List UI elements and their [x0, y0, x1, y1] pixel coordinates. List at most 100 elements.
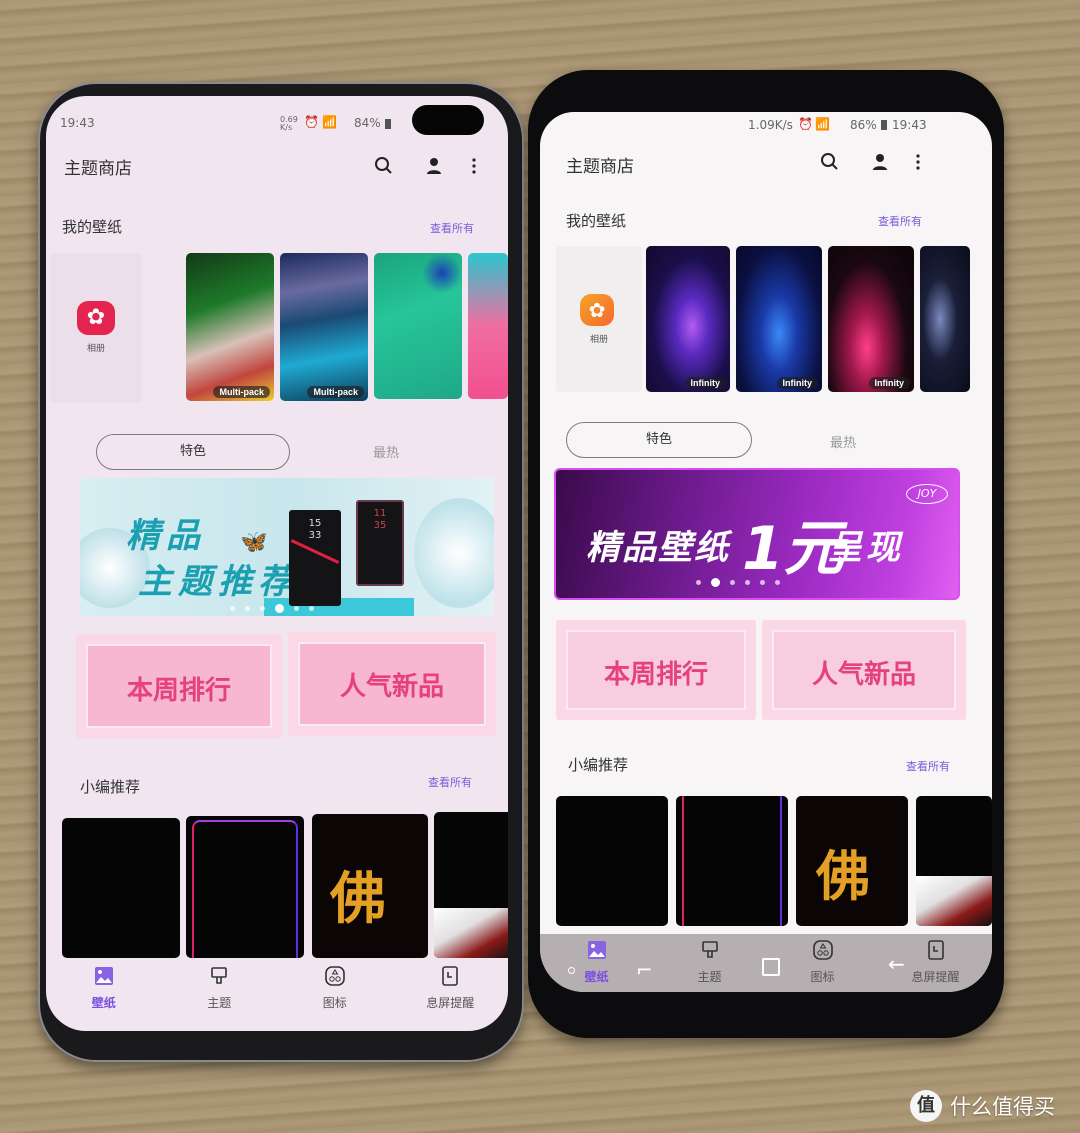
alarm-icon: ⏰	[798, 117, 813, 131]
thumb-tag: Infinity	[868, 377, 910, 389]
gallery-app-icon: ✿	[77, 301, 115, 335]
app-title: 主题商店	[566, 157, 634, 177]
joy-badge: JOY	[906, 484, 948, 504]
album-tile[interactable]: ✿ 相册	[50, 253, 142, 403]
section-title-editor-picks: 小编推荐	[80, 778, 141, 796]
nav-icons[interactable]: 图标	[277, 966, 393, 1026]
carousel-dot[interactable]	[230, 606, 235, 611]
account-icon[interactable]	[870, 152, 890, 172]
wifi-signal-icon: 📶	[815, 117, 830, 131]
carousel-dot[interactable]	[294, 606, 299, 611]
search-icon[interactable]	[820, 152, 840, 172]
back-button-icon[interactable]: ←	[888, 952, 905, 976]
more-options-icon[interactable]	[908, 152, 928, 172]
thumb-tag: Multi-pack	[213, 386, 270, 398]
carousel-dot[interactable]	[745, 580, 750, 585]
album-label: 相册	[86, 344, 105, 354]
wallpaper-thumb[interactable]	[920, 246, 970, 392]
nav-label: 图标	[810, 970, 835, 984]
weekly-ranking-card[interactable]: 本周排行	[556, 620, 756, 720]
carousel-dot[interactable]	[775, 580, 780, 585]
wallpaper-icon	[587, 941, 606, 959]
bottom-navigation: 壁纸 主题 图标 息屏提醒	[46, 966, 508, 1026]
album-tile[interactable]: ✿ 相册	[556, 246, 642, 392]
tab-featured[interactable]: 特色	[566, 422, 752, 458]
right-phone-screen: 1.09K/s ⏰ 📶 86% 19:43 主题商店 我的壁纸 查看所有 ✿ 相…	[540, 112, 992, 992]
wallpaper-icon	[94, 967, 113, 985]
dock-indicator-icon	[568, 967, 575, 974]
calligraphy-glyph: 佛	[816, 844, 870, 908]
butterfly-icon: 🦋	[240, 530, 268, 555]
nav-themes[interactable]: 主题	[653, 940, 766, 990]
popular-new-card[interactable]: 人气新品	[762, 620, 966, 720]
wallpaper-thumb[interactable]: Infinity	[828, 246, 914, 392]
clock-card-icon	[442, 966, 459, 986]
watermark-logo: 值	[910, 1090, 942, 1122]
see-all-link[interactable]: 查看所有	[906, 758, 950, 774]
carousel-dot-active[interactable]	[275, 604, 284, 613]
nav-label: 图标	[322, 996, 347, 1010]
tab-popular[interactable]: 最热	[373, 442, 399, 461]
theme-thumb[interactable]	[62, 818, 180, 958]
tab-featured[interactable]: 特色	[96, 434, 290, 470]
watermark-text: 什么值得买	[950, 1095, 1055, 1119]
featured-themes-banner[interactable]: 精品 主题推荐 🦋 15 33 11 35	[80, 478, 494, 616]
nav-themes[interactable]: 主题	[162, 966, 278, 1026]
wallpaper-sale-banner[interactable]: 精品壁纸 1元 呈现 JOY	[554, 468, 960, 600]
theme-thumb[interactable]	[676, 796, 788, 926]
nav-icons[interactable]: 图标	[766, 940, 879, 990]
phone-mockup: 11 35	[356, 500, 404, 586]
recents-button-icon[interactable]: ⌐	[636, 958, 653, 982]
carousel-dot[interactable]	[245, 606, 250, 611]
nav-always-on-display[interactable]: 息屏提醒	[393, 966, 509, 1026]
battery-percent: 86%	[850, 118, 877, 132]
wallpaper-thumb[interactable]: Multi-pack	[280, 253, 368, 401]
theme-thumb[interactable]: 佛	[312, 814, 428, 958]
section-title-editor-picks: 小编推荐	[568, 756, 629, 774]
mockup-clock: 15 33	[308, 518, 322, 541]
account-icon[interactable]	[424, 156, 444, 176]
theme-thumb[interactable]	[434, 812, 508, 958]
see-all-link[interactable]: 查看所有	[878, 213, 922, 229]
carousel-dot-active[interactable]	[711, 578, 720, 587]
alarm-icon: ⏰	[304, 115, 319, 129]
see-all-link[interactable]: 查看所有	[428, 774, 472, 790]
thumb-tag: Infinity	[684, 377, 726, 389]
tab-popular[interactable]: 最热	[830, 432, 856, 451]
more-options-icon[interactable]	[464, 156, 484, 176]
banner-line1: 精品	[126, 516, 206, 556]
carousel-dot[interactable]	[260, 606, 265, 611]
battery-icon	[385, 119, 391, 129]
app-title: 主题商店	[64, 159, 132, 179]
left-phone-screen: 19:43 0.69 K/s ⏰ 📶 84% 主题商店 我的壁纸 查看所有 ✿ …	[46, 96, 508, 1031]
carousel-dot[interactable]	[760, 580, 765, 585]
popular-new-card[interactable]: 人气新品	[288, 632, 496, 736]
weekly-ranking-card[interactable]: 本周排行	[76, 634, 282, 738]
carousel-dot[interactable]	[730, 580, 735, 585]
theme-thumb[interactable]	[186, 816, 304, 958]
shapes-icon	[324, 966, 345, 986]
theme-thumb[interactable]	[556, 796, 668, 926]
wallpaper-thumb[interactable]	[468, 253, 508, 399]
carousel-dot[interactable]	[309, 606, 314, 611]
search-icon[interactable]	[374, 156, 394, 176]
card-label: 本周排行	[603, 660, 708, 690]
status-time: 19:43	[60, 116, 95, 130]
home-button-icon[interactable]	[762, 958, 780, 976]
theme-thumb[interactable]: 佛	[796, 796, 908, 926]
wallpaper-thumb[interactable]: Infinity	[736, 246, 822, 392]
section-title-my-wallpapers: 我的壁纸	[62, 218, 123, 236]
see-all-link[interactable]: 查看所有	[430, 220, 474, 236]
wifi-signal-icon: 📶	[322, 115, 337, 129]
shapes-icon	[812, 940, 833, 960]
carousel-dot[interactable]	[696, 580, 701, 585]
gallery-app-icon: ✿	[580, 294, 614, 326]
status-time: 19:43	[892, 118, 927, 132]
wallpaper-thumb[interactable]	[374, 253, 462, 399]
banner-text-c: 呈现	[828, 528, 904, 568]
nav-wallpapers[interactable]: 壁纸	[46, 966, 162, 1026]
theme-thumb[interactable]	[916, 796, 992, 926]
battery-icon	[881, 120, 887, 130]
wallpaper-thumb[interactable]: Infinity	[646, 246, 730, 392]
wallpaper-thumb[interactable]: Multi-pack	[186, 253, 274, 401]
